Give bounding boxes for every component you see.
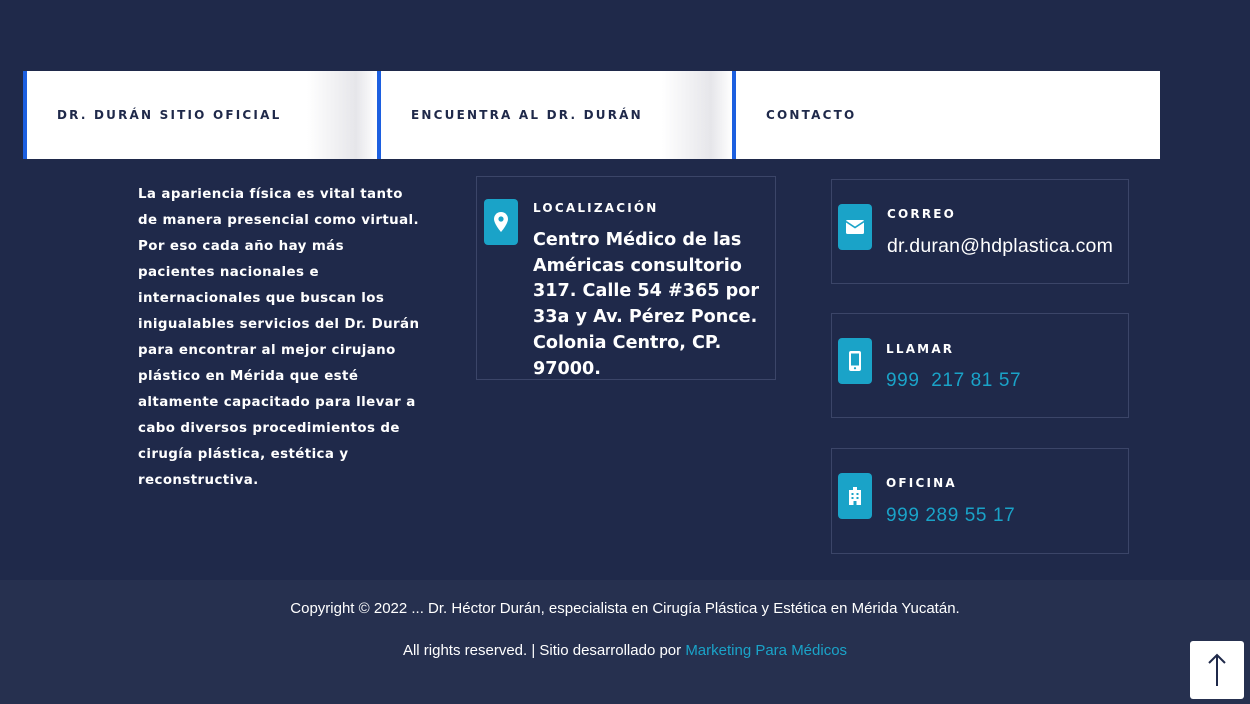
developer-link[interactable]: Marketing Para Médicos	[685, 642, 847, 659]
rights-text: All rights reserved. | Sitio desarrollad…	[402, 642, 686, 659]
footer: Copyright © 2022 ... Dr. Héctor Durán, e…	[0, 580, 1250, 704]
location-card: LOCALIZACIÓN Centro Médico de las Améric…	[476, 176, 776, 380]
email-card: CORREO dr.duran@hdplastica.com	[831, 179, 1129, 284]
tab-label: ENCUENTRA AL DR. DURÁN	[411, 108, 643, 122]
location-address: Centro Médico de las Américas consultori…	[533, 230, 759, 379]
phone-label: LLAMAR	[886, 342, 955, 356]
office-label: OFICINA	[886, 476, 957, 490]
tab-label: CONTACTO	[766, 108, 857, 122]
phone-value[interactable]: 999 217 81 57	[886, 370, 1021, 392]
map-pin-icon	[484, 199, 518, 245]
email-label: CORREO	[887, 207, 957, 221]
tab-sitio-oficial[interactable]: DR. DURÁN SITIO OFICIAL	[23, 71, 377, 159]
location-label: LOCALIZACIÓN	[533, 201, 659, 215]
envelope-icon	[838, 204, 872, 250]
rights-line: All rights reserved. | Sitio desarrollad…	[0, 642, 1250, 659]
copyright-text: Copyright © 2022 ... Dr. Héctor Durán, e…	[290, 600, 960, 617]
arrow-up-icon	[1208, 653, 1226, 686]
office-card: OFICINA 999 289 55 17	[831, 448, 1129, 554]
tab-encuentra[interactable]: ENCUENTRA AL DR. DURÁN	[377, 71, 732, 159]
mobile-phone-icon	[838, 338, 872, 384]
office-value[interactable]: 999 289 55 17	[886, 505, 1015, 527]
scroll-to-top-button[interactable]	[1190, 641, 1244, 699]
phone-card: LLAMAR 999 217 81 57	[831, 313, 1129, 418]
email-value[interactable]: dr.duran@hdplastica.com	[887, 235, 1113, 258]
tab-contacto[interactable]: CONTACTO	[732, 71, 1160, 159]
building-icon	[838, 473, 872, 519]
about-text: La apariencia física es vital tanto de m…	[138, 187, 420, 488]
tab-label: DR. DURÁN SITIO OFICIAL	[57, 108, 282, 122]
